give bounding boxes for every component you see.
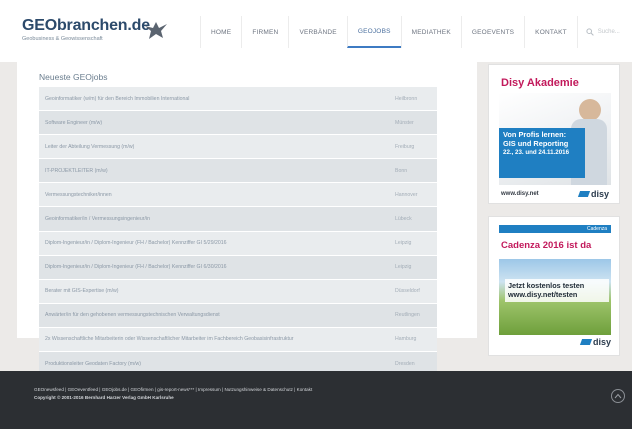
job-city: Freiburg [395, 143, 415, 150]
ad-banner-line3: 22., 23. und 24.11.2016 [503, 148, 570, 156]
job-title[interactable]: Vermessungstechniker/innen [45, 192, 112, 198]
ad-text-box: Jetzt kostenlos testen www.disy.net/test… [505, 279, 609, 302]
brand-name: disy [590, 189, 609, 199]
job-city: Hamburg [395, 336, 417, 343]
disy-logo: disy [577, 189, 609, 199]
job-title[interactable]: Leiter der Abteilung Vermessung (m/w) [45, 144, 134, 150]
chevron-up-icon [614, 393, 622, 399]
ad-disy-akademie[interactable]: Disy Akademie Von Profis lernen: GIS und… [488, 64, 620, 204]
job-row[interactable]: Geoinformatiker/in / Vermessungsingenieu… [39, 207, 437, 232]
job-title[interactable]: Diplom-Ingenieur/in / Diplom-Ingenieur (… [45, 264, 227, 270]
job-city: Heilbronn [395, 95, 418, 102]
job-title[interactable]: IT-PROJEKTLEITER (m/w) [45, 168, 108, 174]
footer-links[interactable]: GEOnewsfeed | GEOeventfeed | GEOjobs.de … [34, 387, 312, 392]
nav-verbaende[interactable]: VERBÄNDE [288, 16, 346, 48]
nav-home[interactable]: HOME [200, 16, 241, 48]
job-row[interactable]: Berater mit GIS-Expertise (m/w) Düsseldor… [39, 279, 437, 304]
job-city: Hannover [395, 191, 418, 198]
ad-title: Cadenza 2016 ist da [501, 240, 592, 251]
disy-mark-icon [577, 191, 591, 197]
job-city: Leipzig [395, 264, 412, 271]
job-city: Münster [395, 119, 414, 126]
logo-title: GEObranchen.de [22, 17, 150, 34]
disy-logo: disy [579, 337, 611, 347]
ad-banner: Von Profis lernen: GIS und Reporting 22.… [499, 128, 585, 178]
person-head-icon [579, 99, 601, 121]
job-row[interactable]: IT-PROJEKTLEITER (m/w) Bonn [39, 159, 437, 184]
job-title[interactable]: Berater mit GIS-Expertise (m/w) [45, 288, 119, 294]
jobs-section-title: Neueste GEOjobs [39, 72, 108, 82]
search-input[interactable]: Suche... [598, 29, 620, 35]
job-row[interactable]: Leiter der Abteilung Vermessung (m/w) Fre… [39, 135, 437, 160]
scroll-to-top-button[interactable] [611, 389, 625, 403]
job-city: Düsseldorf [395, 288, 420, 295]
nav-geoevents[interactable]: GEOEVENTS [460, 16, 524, 48]
job-row[interactable]: Diplom-Ingenieur/in / Diplom-Ingenieur (… [39, 231, 437, 256]
nav-geojobs[interactable]: GEOJOBS [346, 16, 401, 48]
job-title[interactable]: Software Engineer (m/w) [45, 120, 102, 126]
job-title[interactable]: Geoinformatiker (w/m) für den Bereich Im… [45, 96, 189, 102]
ad-cadenza[interactable]: Cadenza Cadenza 2016 ist da Jetzt kosten… [488, 216, 620, 356]
job-title[interactable]: Produktionsleiter Geodaten Factory (m/w) [45, 361, 141, 367]
job-row[interactable]: Anwärter/in für den gehobenen vermessung… [39, 303, 437, 328]
site-footer: GEOnewsfeed | GEOeventfeed | GEOjobs.de … [0, 371, 632, 429]
disy-mark-icon [579, 339, 593, 345]
job-city: Leipzig [395, 240, 412, 247]
ad-banner-line2: GIS und Reporting [503, 138, 569, 148]
ad-footer: disy [499, 337, 611, 347]
ad-text-line1: Jetzt kostenlos testen [508, 281, 585, 290]
nav-firmen[interactable]: FIRMEN [241, 16, 288, 48]
jobs-panel: Neueste GEOjobs Geoinformatiker (w/m) fü… [17, 62, 477, 377]
logo-subtitle: Geobusiness & Geowissenschaft [22, 36, 103, 42]
ad-footer: www.disy.net disy [501, 189, 609, 199]
ad-title: Disy Akademie [501, 77, 579, 89]
brand-name: disy [592, 337, 611, 347]
nav-mediathek[interactable]: MEDIATHEK [400, 16, 461, 48]
site-header: GEObranchen.de Geobusiness & Geowissensc… [0, 0, 632, 62]
job-title[interactable]: Geoinformatiker/in / Vermessungsingenieu… [45, 216, 150, 222]
ad-photo: Von Profis lernen: GIS und Reporting 22.… [499, 93, 611, 185]
job-city: Lübeck [395, 216, 412, 223]
eagle-logo-icon [145, 22, 167, 39]
site-logo[interactable]: GEObranchen.de Geobusiness & Geowissensc… [22, 17, 150, 42]
ad-text-line2: www.disy.net/testen [508, 290, 578, 300]
nav-kontakt[interactable]: KONTAKT [524, 16, 577, 48]
job-row[interactable]: Geoinformatiker (w/m) für den Bereich Im… [39, 87, 437, 112]
main-nav: HOME FIRMEN VERBÄNDE GEOJOBS MEDIATHEK G… [200, 16, 632, 48]
job-city: Dresden [395, 360, 415, 367]
job-city: Reutlingen [395, 312, 420, 319]
ad-landscape-image: Jetzt kostenlos testen www.disy.net/test… [499, 259, 611, 335]
job-row[interactable]: 2x Wissenschaftliche Mitarbeiterin oder … [39, 327, 437, 353]
footer-copyright: Copyright © 2001-2016 Bernhard Harzer Ve… [34, 395, 174, 400]
job-row[interactable]: Software Engineer (m/w) Münster [39, 111, 437, 136]
job-city: Bonn [395, 167, 408, 174]
job-title[interactable]: Anwärter/in für den gehobenen vermessung… [45, 312, 220, 318]
job-row[interactable]: Vermessungstechniker/innen Hannover [39, 183, 437, 208]
ad-top-bar: Cadenza [499, 225, 611, 233]
job-title[interactable]: 2x Wissenschaftliche Mitarbeiterin oder … [45, 336, 294, 342]
job-row[interactable]: Diplom-Ingenieur/in / Diplom-Ingenieur (… [39, 255, 437, 280]
job-title[interactable]: Diplom-Ingenieur/in / Diplom-Ingenieur (… [45, 240, 227, 246]
jobs-list: Geoinformatiker (w/m) für den Bereich Im… [39, 87, 437, 377]
search-icon [586, 28, 594, 36]
ad-url[interactable]: www.disy.net [501, 191, 539, 197]
search-box[interactable]: Suche... [576, 16, 632, 48]
